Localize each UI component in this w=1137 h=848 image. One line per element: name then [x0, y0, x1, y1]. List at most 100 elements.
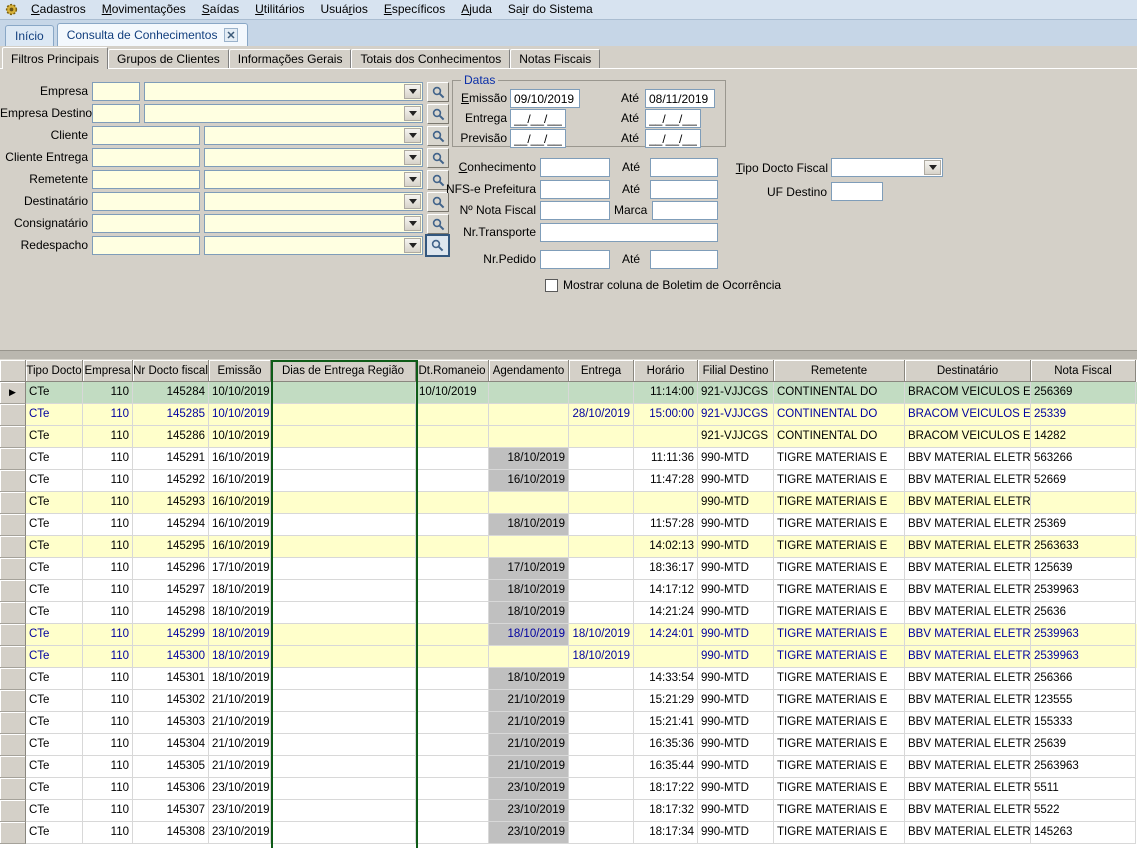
grid-cell[interactable]: [416, 712, 489, 734]
grid-cell[interactable]: TIGRE MATERIAIS E: [774, 668, 905, 690]
grid-cell[interactable]: 25636: [1031, 602, 1136, 624]
grid-cell[interactable]: [416, 404, 489, 426]
grid-cell[interactable]: 11:47:28: [634, 470, 698, 492]
grid-cell[interactable]: 21/10/2019: [489, 734, 569, 756]
grid-cell[interactable]: CTe: [26, 536, 83, 558]
grid-cell[interactable]: [634, 426, 698, 448]
remetente-code-input[interactable]: [92, 170, 200, 189]
grid-cell[interactable]: CONTINENTAL DO: [774, 426, 905, 448]
table-row[interactable]: CTe11014530623/10/201923/10/201918:17:22…: [0, 778, 1137, 800]
grid-cell[interactable]: CTe: [26, 580, 83, 602]
grid-cell[interactable]: 110: [83, 712, 133, 734]
grid-cell[interactable]: [569, 602, 634, 624]
grid-cell[interactable]: [569, 690, 634, 712]
grid-cell[interactable]: TIGRE MATERIAIS E: [774, 536, 905, 558]
grid-cell[interactable]: 256369: [1031, 382, 1136, 404]
grid-cell[interactable]: 2539963: [1031, 646, 1136, 668]
tipo-docto-fiscal-combo[interactable]: [831, 158, 943, 177]
grid-cell[interactable]: BBV MATERIAL ELETRICO: [905, 514, 1031, 536]
grid-cell[interactable]: [489, 646, 569, 668]
grid-cell[interactable]: 110: [83, 734, 133, 756]
grid-cell[interactable]: [271, 822, 416, 844]
table-row[interactable]: CTe11014530221/10/201921/10/201915:21:29…: [0, 690, 1137, 712]
grid-cell[interactable]: 990-MTD: [698, 646, 774, 668]
grid-cell[interactable]: 18/10/2019: [209, 646, 271, 668]
grid-cell[interactable]: 15:00:00: [634, 404, 698, 426]
grid-cell[interactable]: 16/10/2019: [209, 514, 271, 536]
grid-cell[interactable]: TIGRE MATERIAIS E: [774, 470, 905, 492]
empresa-code-input[interactable]: [92, 82, 140, 101]
consignatario-code-input[interactable]: [92, 214, 200, 233]
grid-cell[interactable]: 23/10/2019: [209, 800, 271, 822]
grid-cell[interactable]: CTe: [26, 558, 83, 580]
table-row[interactable]: CTe11014530723/10/201923/10/201918:17:32…: [0, 800, 1137, 822]
grid-cell[interactable]: 18:17:22: [634, 778, 698, 800]
table-row[interactable]: CTe11014529718/10/201918/10/201914:17:12…: [0, 580, 1137, 602]
grid-cell[interactable]: BBV MATERIAL ELETRICO: [905, 602, 1031, 624]
empresa-destino-combo[interactable]: [144, 104, 423, 123]
grid-cell[interactable]: [634, 492, 698, 514]
empresa-combo[interactable]: [144, 82, 423, 101]
nr-transporte-from-input[interactable]: [540, 223, 718, 242]
grid-cell[interactable]: 16/10/2019: [209, 448, 271, 470]
column-header-destinatario[interactable]: Destinatário: [905, 360, 1031, 382]
grid-cell[interactable]: 110: [83, 580, 133, 602]
grid-cell[interactable]: CTe: [26, 624, 83, 646]
grid-cell[interactable]: [489, 492, 569, 514]
grid-cell[interactable]: 2539963: [1031, 624, 1136, 646]
table-row[interactable]: CTe11014529516/10/201914:02:13990-MTDTIG…: [0, 536, 1137, 558]
conhecimento-from-input[interactable]: [540, 158, 610, 177]
grid-cell[interactable]: 21/10/2019: [489, 712, 569, 734]
grid-cell[interactable]: 18/10/2019: [489, 514, 569, 536]
grid-cell[interactable]: BBV MATERIAL ELETRICO: [905, 778, 1031, 800]
grid-cell[interactable]: [1031, 492, 1136, 514]
grid-cell[interactable]: [416, 756, 489, 778]
grid-cell[interactable]: BBV MATERIAL ELETRICO: [905, 580, 1031, 602]
grid-cell[interactable]: 921-VJJCGS: [698, 382, 774, 404]
table-row[interactable]: ▶CTe11014528410/10/201910/10/201911:14:0…: [0, 382, 1137, 404]
grid-cell[interactable]: 145285: [133, 404, 209, 426]
grid-cell[interactable]: [416, 624, 489, 646]
grid-cell[interactable]: [271, 514, 416, 536]
grid-cell[interactable]: [569, 426, 634, 448]
grid-cell[interactable]: 990-MTD: [698, 536, 774, 558]
grid-cell[interactable]: BBV MATERIAL ELETRICO: [905, 712, 1031, 734]
grid-cell[interactable]: [569, 822, 634, 844]
grid-cell[interactable]: 990-MTD: [698, 734, 774, 756]
grid-cell[interactable]: TIGRE MATERIAIS E: [774, 448, 905, 470]
grid-cell[interactable]: 110: [83, 492, 133, 514]
grid-cell[interactable]: 110: [83, 800, 133, 822]
grid-cell[interactable]: [416, 470, 489, 492]
grid-cell[interactable]: 16/10/2019: [209, 536, 271, 558]
grid-cell[interactable]: 145291: [133, 448, 209, 470]
grid-cell[interactable]: 21/10/2019: [209, 734, 271, 756]
nfs-e-prefeitura-to-input[interactable]: [650, 180, 718, 199]
grid-cell[interactable]: 14:33:54: [634, 668, 698, 690]
filter-tab-filtros-principais[interactable]: Filtros Principais: [2, 47, 108, 69]
grid-cell[interactable]: CTe: [26, 646, 83, 668]
table-row[interactable]: CTe11014529416/10/201918/10/201911:57:28…: [0, 514, 1137, 536]
table-row[interactable]: CTe11014530521/10/201921/10/201916:35:44…: [0, 756, 1137, 778]
grid-cell[interactable]: BRACOM VEICULOS E: [905, 382, 1031, 404]
column-header-dt-romaneio[interactable]: Dt.Romaneio: [416, 360, 489, 382]
previsao-to-input[interactable]: [645, 129, 701, 148]
grid-cell[interactable]: 11:14:00: [634, 382, 698, 404]
grid-cell[interactable]: CONTINENTAL DO: [774, 404, 905, 426]
grid-cell[interactable]: 990-MTD: [698, 624, 774, 646]
grid-cell[interactable]: 10/10/2019: [416, 382, 489, 404]
table-row[interactable]: CTe11014529216/10/201916/10/201911:47:28…: [0, 470, 1137, 492]
grid-cell[interactable]: 18/10/2019: [489, 624, 569, 646]
menu-item-cadastros[interactable]: Cadastros: [23, 0, 94, 19]
grid-cell[interactable]: BBV MATERIAL ELETRICO: [905, 492, 1031, 514]
grid-cell[interactable]: 145302: [133, 690, 209, 712]
filter-tab-notas-fiscais[interactable]: Notas Fiscais: [510, 49, 600, 68]
table-row[interactable]: CTe11014529818/10/201918/10/201914:21:24…: [0, 602, 1137, 624]
column-header-dias-de-entrega-regiao[interactable]: Dias de Entrega Região: [271, 360, 416, 382]
grid-cell[interactable]: 18/10/2019: [489, 602, 569, 624]
cliente-search-button[interactable]: [427, 126, 449, 146]
grid-cell[interactable]: [416, 668, 489, 690]
menu-item-ajuda[interactable]: Ajuda: [453, 0, 500, 19]
previsao-from-input[interactable]: [510, 129, 566, 148]
grid-cell[interactable]: 990-MTD: [698, 690, 774, 712]
grid-cell[interactable]: 25639: [1031, 734, 1136, 756]
